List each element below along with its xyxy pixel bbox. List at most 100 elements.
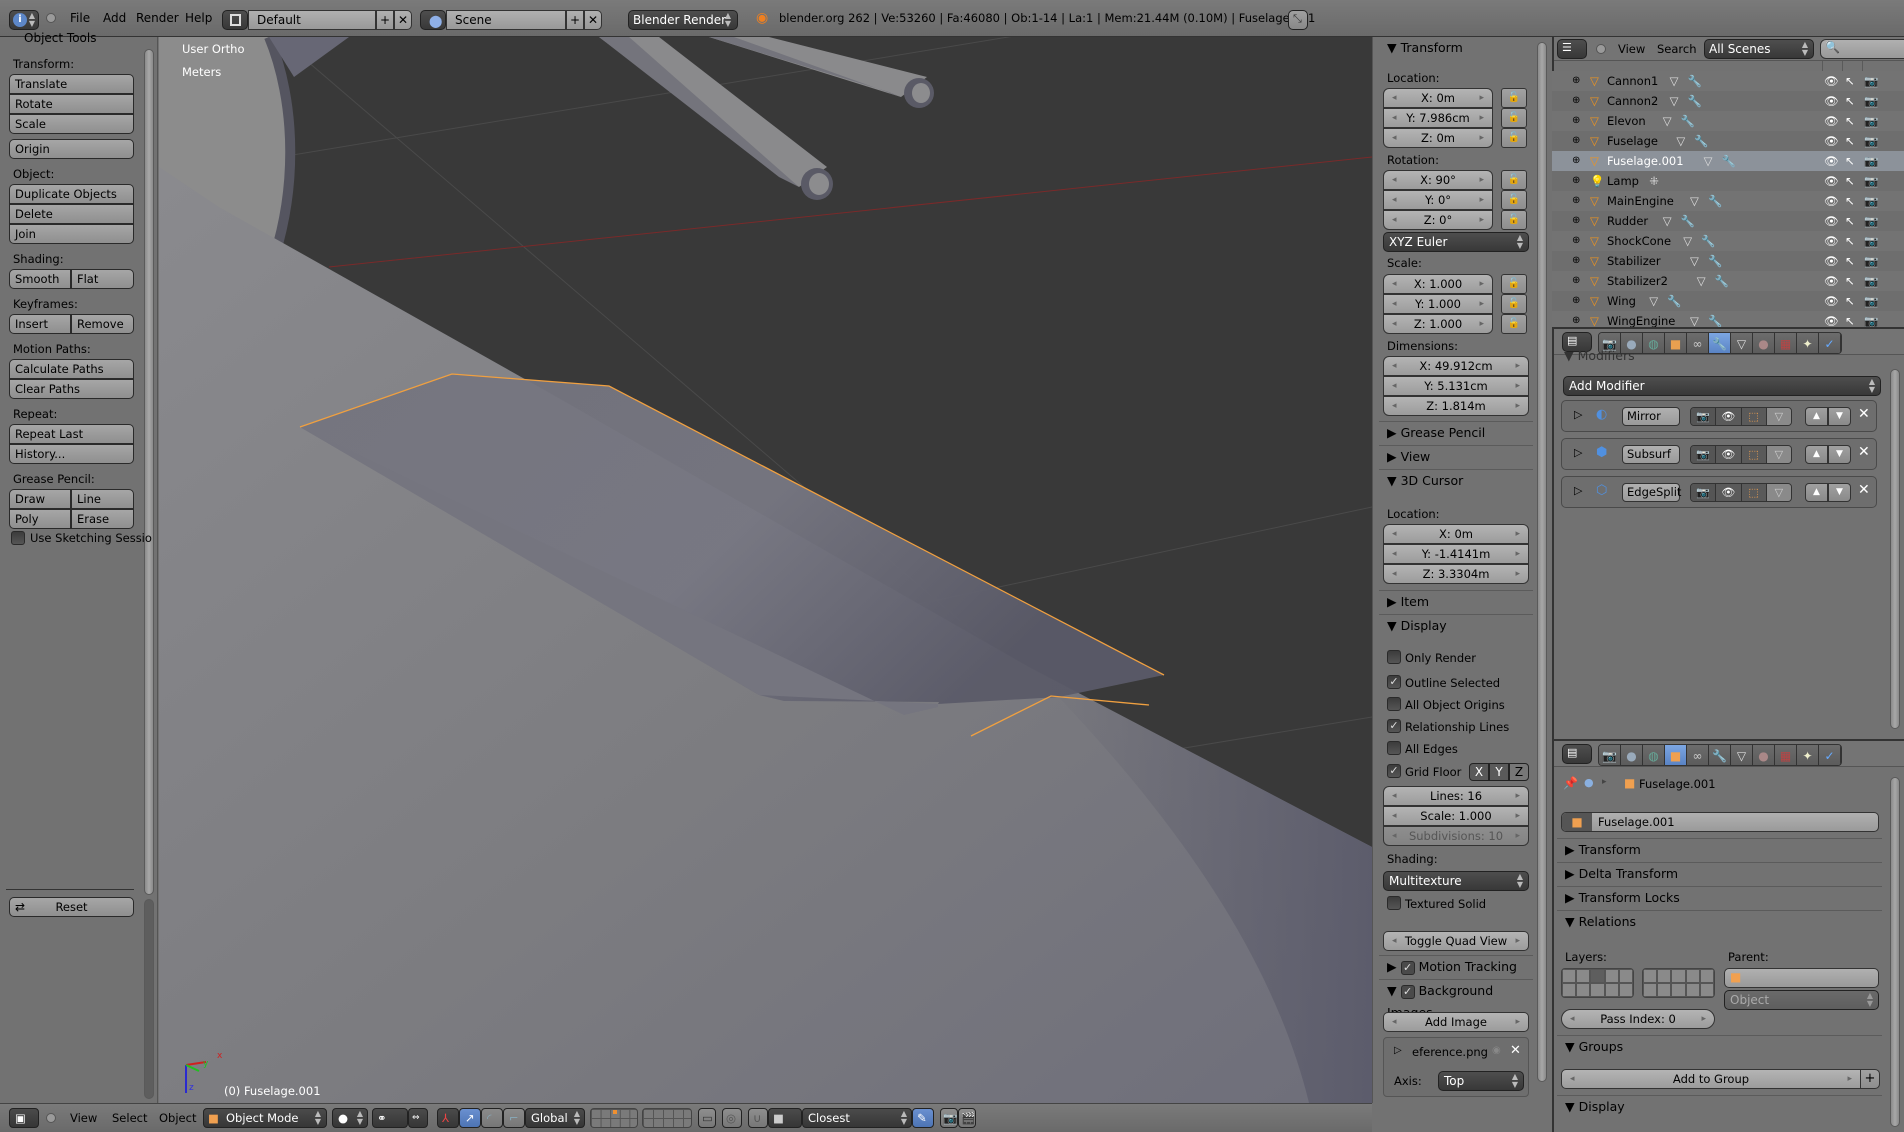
expand-icon[interactable]: ▷ bbox=[1574, 408, 1582, 421]
poly-button[interactable]: Poly bbox=[9, 509, 71, 529]
relationship-lines-checkbox[interactable]: ✓ bbox=[1387, 719, 1401, 733]
location-y-field[interactable]: Y: 7.986cm bbox=[1383, 108, 1493, 128]
modifier-name-field[interactable]: Subsurf bbox=[1622, 445, 1680, 464]
remove-image-icon[interactable]: ✕ bbox=[1510, 1043, 1521, 1058]
lock-location-x-icon[interactable]: 🔓 bbox=[1501, 88, 1527, 108]
visibility-eye-icon[interactable]: 👁 bbox=[1824, 111, 1839, 131]
outliner-item[interactable]: ⊕ ▽ Elevon ▽ 🔧 👁 ↖ 📷 bbox=[1552, 111, 1904, 131]
selectability-cursor-icon[interactable]: ↖ bbox=[1845, 271, 1855, 291]
visibility-eye-icon[interactable]: 👁 bbox=[1824, 91, 1839, 111]
outliner-item[interactable]: ⊕ ▽ Fuselage.001 ▽ 🔧 👁 ↖ 📷 bbox=[1552, 151, 1904, 171]
toolshelf-scrollbar[interactable] bbox=[144, 49, 154, 895]
visibility-eye-icon[interactable]: 👁 bbox=[1824, 291, 1839, 311]
mesh-data-icon[interactable]: ▽ bbox=[1683, 231, 1692, 251]
grid-lines-field[interactable]: Lines: 16 bbox=[1383, 786, 1529, 806]
insert-keyframe-button[interactable]: Insert bbox=[9, 314, 71, 334]
origin-button[interactable]: Origin bbox=[9, 139, 134, 159]
scale-z-field[interactable]: Z: 1.000 bbox=[1383, 314, 1493, 334]
selectability-cursor-icon[interactable]: ↖ bbox=[1845, 251, 1855, 271]
outliner-item[interactable]: ⊕ ▽ Fuselage ▽ 🔧 👁 ↖ 📷 bbox=[1552, 131, 1904, 151]
modifier-wrench-icon[interactable]: 🔧 bbox=[1708, 191, 1722, 211]
outliner-item[interactable]: ⊕ 💡 Lamp ⁜ 👁 ↖ 📷 bbox=[1552, 171, 1904, 191]
viewport-editor-type-button[interactable]: ▣ bbox=[9, 1108, 39, 1128]
remove-keyframe-button[interactable]: Remove bbox=[71, 314, 134, 334]
layer-toggle[interactable] bbox=[1604, 969, 1619, 983]
operator-scrollbar[interactable] bbox=[144, 899, 154, 1099]
expand-icon[interactable]: ⊕ bbox=[1572, 271, 1580, 291]
move-down-button[interactable]: ▼ bbox=[1828, 407, 1851, 426]
expand-icon[interactable]: ⊕ bbox=[1572, 151, 1580, 171]
fullscreen-toggle-button[interactable]: ⤡ bbox=[1288, 10, 1308, 30]
outliner-item-name[interactable]: Stabilizer bbox=[1607, 251, 1661, 271]
cursor-x-field[interactable]: X: 0m bbox=[1383, 524, 1529, 544]
selectability-cursor-icon[interactable]: ↖ bbox=[1845, 111, 1855, 131]
selectability-cursor-icon[interactable]: ↖ bbox=[1845, 231, 1855, 251]
layer-toggle[interactable] bbox=[1576, 983, 1591, 997]
scene-layers-1[interactable] bbox=[590, 1108, 638, 1128]
render-toggle-camera-icon[interactable]: 📷 bbox=[1691, 446, 1716, 463]
3d-cursor-panel-header[interactable]: ▼ 3D Cursor bbox=[1379, 469, 1533, 491]
outliner-item[interactable]: ⊕ ▽ Rudder ▽ 🔧 👁 ↖ 📷 bbox=[1552, 211, 1904, 231]
rotation-y-field[interactable]: Y: 0° bbox=[1383, 190, 1493, 210]
object-tab[interactable]: ■ bbox=[1665, 745, 1687, 765]
erase-button[interactable]: Erase bbox=[71, 509, 134, 529]
pass-index-field[interactable]: Pass Index: 0 bbox=[1561, 1009, 1715, 1029]
lock-rotation-z-icon[interactable]: 🔓 bbox=[1501, 210, 1527, 230]
outliner-item-name[interactable]: Elevon bbox=[1607, 111, 1646, 131]
layer-toggle[interactable] bbox=[1657, 983, 1672, 997]
object-name-field[interactable]: ■ Fuselage.001 bbox=[1561, 812, 1879, 832]
expand-icon[interactable]: ⊕ bbox=[1572, 171, 1580, 191]
dimensions-z-field[interactable]: Z: 1.814m bbox=[1383, 396, 1529, 416]
scene-layers-2[interactable] bbox=[642, 1108, 692, 1128]
outline-selected-checkbox[interactable]: ✓ bbox=[1387, 675, 1401, 689]
data-tab[interactable]: ▽ bbox=[1731, 333, 1753, 353]
reset-button[interactable]: ⇄ Reset bbox=[9, 897, 134, 917]
lock-rotation-x-icon[interactable]: 🔓 bbox=[1501, 170, 1527, 190]
cage-toggle-icon[interactable]: ▽ bbox=[1765, 408, 1791, 425]
modifier-wrench-icon[interactable]: 🔧 bbox=[1708, 251, 1722, 271]
renderability-camera-icon[interactable]: 📷 bbox=[1864, 271, 1878, 291]
scale-button[interactable]: Scale bbox=[9, 114, 134, 134]
scale-y-field[interactable]: Y: 1.000 bbox=[1383, 294, 1493, 314]
visibility-eye-icon[interactable]: 👁 bbox=[1824, 171, 1839, 191]
clear-paths-button[interactable]: Clear Paths bbox=[9, 379, 134, 399]
rotation-z-field[interactable]: Z: 0° bbox=[1383, 210, 1493, 230]
material-tab[interactable]: ● bbox=[1753, 745, 1775, 765]
add-modifier-dropdown[interactable]: Add Modifier ▲ ▼ bbox=[1563, 376, 1881, 396]
use-sketching-checkbox[interactable] bbox=[11, 531, 25, 545]
expand-icon[interactable]: ▷ bbox=[1394, 1045, 1402, 1056]
cursor-z-field[interactable]: Z: 3.3304m bbox=[1383, 564, 1529, 584]
expand-icon[interactable]: ⊕ bbox=[1572, 191, 1580, 211]
layers-grid-2[interactable] bbox=[1642, 968, 1715, 998]
renderability-camera-icon[interactable]: 📷 bbox=[1864, 191, 1878, 211]
modifiers-tab[interactable]: 🔧 bbox=[1709, 745, 1731, 765]
modifier-wrench-icon[interactable]: 🔧 bbox=[1688, 71, 1702, 91]
data-tab[interactable]: ▽ bbox=[1731, 745, 1753, 765]
modifiers-panel-header[interactable]: ▼ Modifiers bbox=[1564, 349, 1635, 363]
history-button[interactable]: History... bbox=[9, 444, 134, 464]
outliner-item[interactable]: ⊕ ▽ Stabilizer ▽ 🔧 👁 ↖ 📷 bbox=[1552, 251, 1904, 271]
modifier-wrench-icon[interactable]: 🔧 bbox=[1701, 231, 1715, 251]
modifier-wrench-icon[interactable]: 🔧 bbox=[1715, 271, 1729, 291]
modifier-wrench-icon[interactable]: 🔧 bbox=[1681, 211, 1695, 231]
location-z-field[interactable]: Z: 0m bbox=[1383, 128, 1493, 148]
outliner-item-name[interactable]: ShockCone bbox=[1607, 231, 1671, 251]
background-images-checkbox[interactable]: ✓ bbox=[1400, 984, 1415, 999]
layer-toggle[interactable] bbox=[1562, 983, 1577, 997]
lock-camera-layers-button[interactable]: ▭ bbox=[698, 1108, 716, 1128]
axis-dropdown[interactable]: Top ▲ ▼ bbox=[1438, 1071, 1524, 1091]
mesh-data-icon[interactable]: ▽ bbox=[1704, 151, 1713, 171]
modifier-name-field[interactable]: Mirror bbox=[1622, 407, 1680, 426]
draw-button[interactable]: Draw bbox=[9, 489, 71, 509]
motion-tracking-checkbox[interactable]: ✓ bbox=[1400, 960, 1415, 975]
lock-scale-y-icon[interactable]: 🔓 bbox=[1501, 294, 1527, 314]
outliner-item[interactable]: ⊕ ▽ MainEngine ▽ 🔧 👁 ↖ 📷 bbox=[1552, 191, 1904, 211]
textured-solid-checkbox[interactable] bbox=[1387, 896, 1401, 910]
selectability-cursor-icon[interactable]: ↖ bbox=[1845, 211, 1855, 231]
visibility-eye-icon[interactable]: 👁 bbox=[1824, 71, 1839, 91]
collapse-menu-icon[interactable] bbox=[46, 13, 56, 23]
flat-button[interactable]: Flat bbox=[71, 269, 134, 289]
outliner-item-name[interactable]: MainEngine bbox=[1607, 191, 1674, 211]
constraints-tab[interactable]: ∞ bbox=[1687, 333, 1709, 353]
outliner-item-name[interactable]: Wing bbox=[1607, 291, 1636, 311]
